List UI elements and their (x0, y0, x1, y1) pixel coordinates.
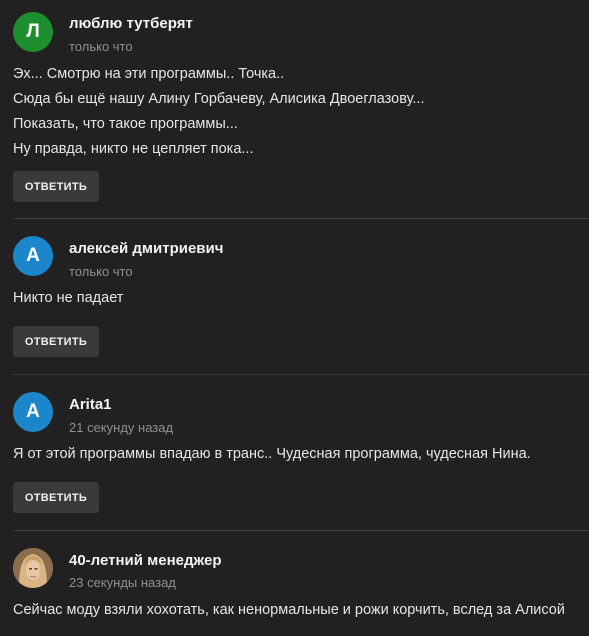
comment-text: Эх... Смотрю на эти программы.. Точка.. … (13, 62, 579, 162)
comment-timestamp: только что (69, 39, 133, 54)
avatar-letter: А (26, 401, 40, 422)
comment-text-line: Сюда бы ещё нашу Алину Горбачеву, Алисик… (13, 91, 425, 107)
comment-feed: Л люблю тутберят только что Эх... Смотрю… (0, 0, 589, 636)
avatar-photo[interactable] (13, 548, 53, 588)
comment-author[interactable]: алексей дмитриевич (69, 240, 223, 257)
reply-button[interactable]: ОТВЕТИТЬ (13, 482, 99, 513)
avatar[interactable]: Л (13, 12, 53, 52)
avatar-letter: Л (26, 21, 40, 42)
divider (13, 530, 589, 531)
comment-timestamp: только что (69, 264, 133, 279)
comment-author[interactable]: люблю тутберят (69, 15, 193, 32)
comment-text-line: Я от этой программы впадаю в транс.. Чуд… (13, 446, 531, 462)
avatar[interactable]: А (13, 236, 53, 276)
comment-text-line: Никто не падает (13, 290, 124, 306)
comment-text: Сейчас моду взяли хохотать, как ненормал… (13, 598, 579, 623)
divider (13, 218, 589, 219)
comment-text: Никто не падает (13, 286, 579, 311)
comment-timestamp: 21 секунду назад (69, 420, 174, 435)
avatar-letter: А (26, 245, 40, 266)
comment-text-line: Ну правда, никто не цепляет пока... (13, 141, 254, 157)
reply-button[interactable]: ОТВЕТИТЬ (13, 326, 99, 357)
avatar[interactable]: А (13, 392, 53, 432)
comment-text-line: Эх... Смотрю на эти программы.. Точка.. (13, 66, 285, 82)
divider (13, 374, 589, 375)
reply-button[interactable]: ОТВЕТИТЬ (13, 171, 99, 202)
comment-author[interactable]: 40-летний менеджер (69, 552, 221, 569)
comment-text-line: Сейчас моду взяли хохотать, как ненормал… (13, 602, 565, 618)
comment-author[interactable]: Arita1 (69, 396, 112, 413)
comment-timestamp: 23 секунды назад (69, 575, 176, 590)
comment-text-line: Показать, что такое программы... (13, 116, 238, 132)
comment-text: Я от этой программы впадаю в транс.. Чуд… (13, 442, 579, 467)
avatar-photo-image (13, 548, 53, 588)
